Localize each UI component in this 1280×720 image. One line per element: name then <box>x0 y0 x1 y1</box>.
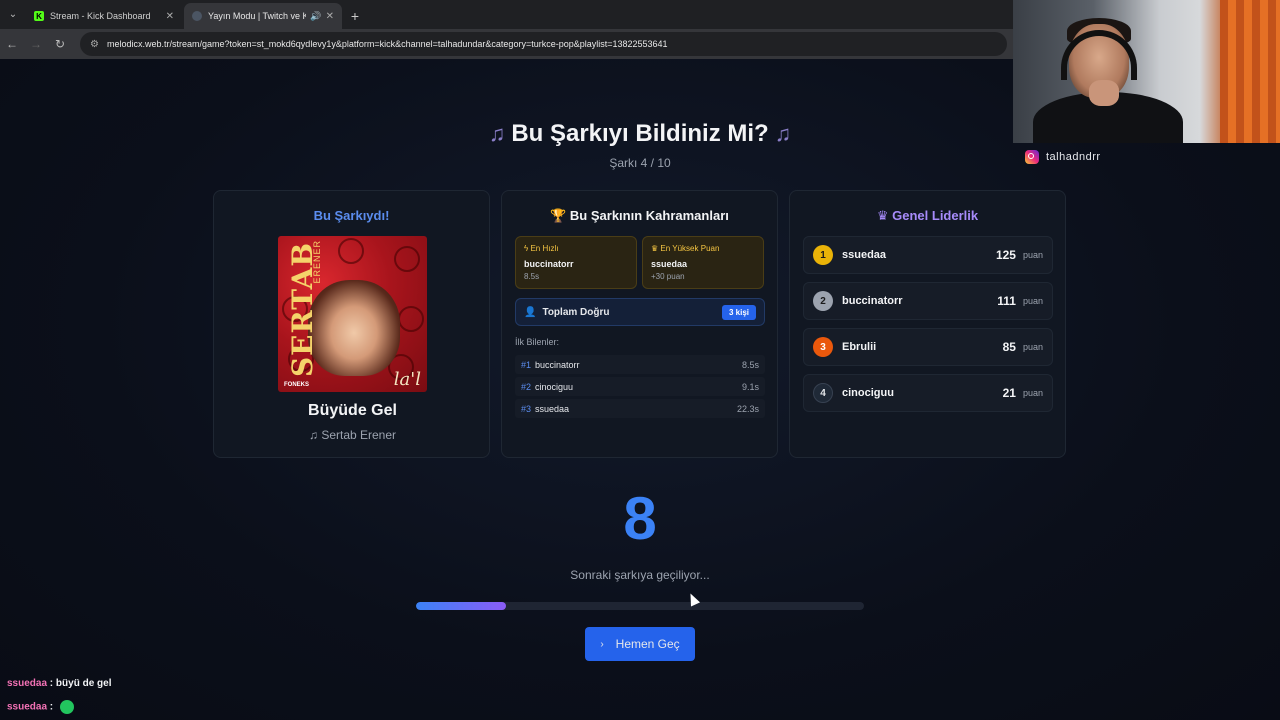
leaderboard-row: 3 Ebrulii 85 puan <box>803 328 1053 366</box>
list-item: #2 cinociguu 9.1s <box>515 377 765 396</box>
album-cover: SERTAB ERENER FONEKS la'l <box>278 236 427 392</box>
progress-fill <box>416 602 506 610</box>
leaderboard-row: 2 buccinatorr 111 puan <box>803 282 1053 320</box>
emote-icon <box>59 700 74 714</box>
close-icon[interactable]: ✕ <box>166 11 174 22</box>
song-heroes-card: 🏆 Bu Şarkının Kahramanları ϟ En Hızlı bu… <box>501 190 778 458</box>
tab-stream-mode[interactable]: Yayın Modu | Twitch ve Kick 🔊 ✕ <box>184 3 342 29</box>
rank-badge: 1 <box>813 245 833 265</box>
tab-label: Yayın Modu | Twitch ve Kick <box>208 11 307 21</box>
kick-icon: K <box>34 11 44 21</box>
rank-badge: 2 <box>813 291 833 311</box>
site-icon <box>192 11 202 21</box>
new-tab-button[interactable]: + <box>344 3 366 29</box>
leaderboard-row: 4 cinociguu 21 puan <box>803 374 1053 412</box>
tab-search-button[interactable]: ⌄ <box>0 0 26 29</box>
chat-message: ssuedaa : büyü de gel <box>7 678 112 689</box>
close-icon[interactable]: ✕ <box>326 11 334 22</box>
cover-portrait <box>308 280 400 376</box>
leaderboard-card: ♛ Genel Liderlik 1 ssuedaa 125 puan 2 buc… <box>789 190 1066 458</box>
lightning-icon: ϟ <box>524 244 529 253</box>
first-guessers-label: İlk Bilenler: <box>515 337 560 347</box>
list-item: #1 buccinatorr 8.5s <box>515 355 765 374</box>
users-icon: 👤 <box>524 306 537 318</box>
skip-now-button[interactable]: › Hemen Geç <box>585 627 695 661</box>
song-title: Büyüde Gel <box>308 402 397 419</box>
total-correct-row: 👤 Toplam Doğru 3 kişi <box>515 298 765 326</box>
crown-icon: ♛ <box>876 208 889 223</box>
count-badge: 3 kişi <box>721 304 756 320</box>
trophy-icon: 🏆 <box>550 208 567 223</box>
rank-badge: 3 <box>813 337 833 357</box>
list-item: #3 ssuedaa 22.3s <box>515 399 765 418</box>
chat-message: ssuedaa : <box>7 700 74 714</box>
music-note-icon: ♫ <box>488 121 506 146</box>
card-heading: Bu Şarkıydı! <box>313 208 390 223</box>
song-reveal-card: Bu Şarkıydı! SERTAB ERENER FONEKS la'l B… <box>213 190 490 458</box>
fastest-stat: ϟ En Hızlı buccinatorr 8.5s <box>515 236 637 289</box>
instagram-handle: talhadndrr <box>1025 150 1101 164</box>
back-button[interactable]: ← <box>0 32 24 56</box>
card-heading: ♛ Genel Liderlik <box>876 208 979 223</box>
instagram-icon <box>1025 150 1039 164</box>
music-note-icon: ♫ <box>774 121 792 146</box>
highest-score-stat: ♛ En Yüksek Puan ssuedaa +30 puan <box>642 236 764 289</box>
address-bar[interactable]: ⚙ melodicx.web.tr/stream/game?token=st_m… <box>80 32 1007 56</box>
webcam-overlay <box>1013 0 1280 143</box>
url-text: melodicx.web.tr/stream/game?token=st_mok… <box>106 39 668 49</box>
music-note-icon: ♫ <box>308 428 322 442</box>
rank-badge: 4 <box>813 383 833 403</box>
tab-kick-dashboard[interactable]: K Stream - Kick Dashboard ✕ <box>26 3 182 29</box>
leaderboard-row: 1 ssuedaa 125 puan <box>803 236 1053 274</box>
countdown-progress-bar <box>416 602 864 610</box>
browser-toolbar: ← → ↻ ⚙ melodicx.web.tr/stream/game?toke… <box>0 29 1013 59</box>
chevron-right-icon: › <box>600 638 604 650</box>
forward-button[interactable]: → <box>24 32 48 56</box>
countdown-number: 8 <box>623 485 657 552</box>
tab-label: Stream - Kick Dashboard <box>50 11 151 21</box>
site-info-icon[interactable]: ⚙ <box>90 39 99 50</box>
next-song-text: Sonraki şarkıya geçiliyor... <box>570 568 710 582</box>
reload-button[interactable]: ↻ <box>48 32 72 56</box>
browser-tab-bar: ⌄ K Stream - Kick Dashboard ✕ Yayın Modu… <box>0 0 1013 29</box>
song-artist: ♫ Sertab Erener <box>308 428 397 442</box>
card-heading: 🏆 Bu Şarkının Kahramanları <box>550 208 729 223</box>
crown-icon: ♛ <box>651 244 659 253</box>
speaker-icon[interactable]: 🔊 <box>310 11 321 22</box>
